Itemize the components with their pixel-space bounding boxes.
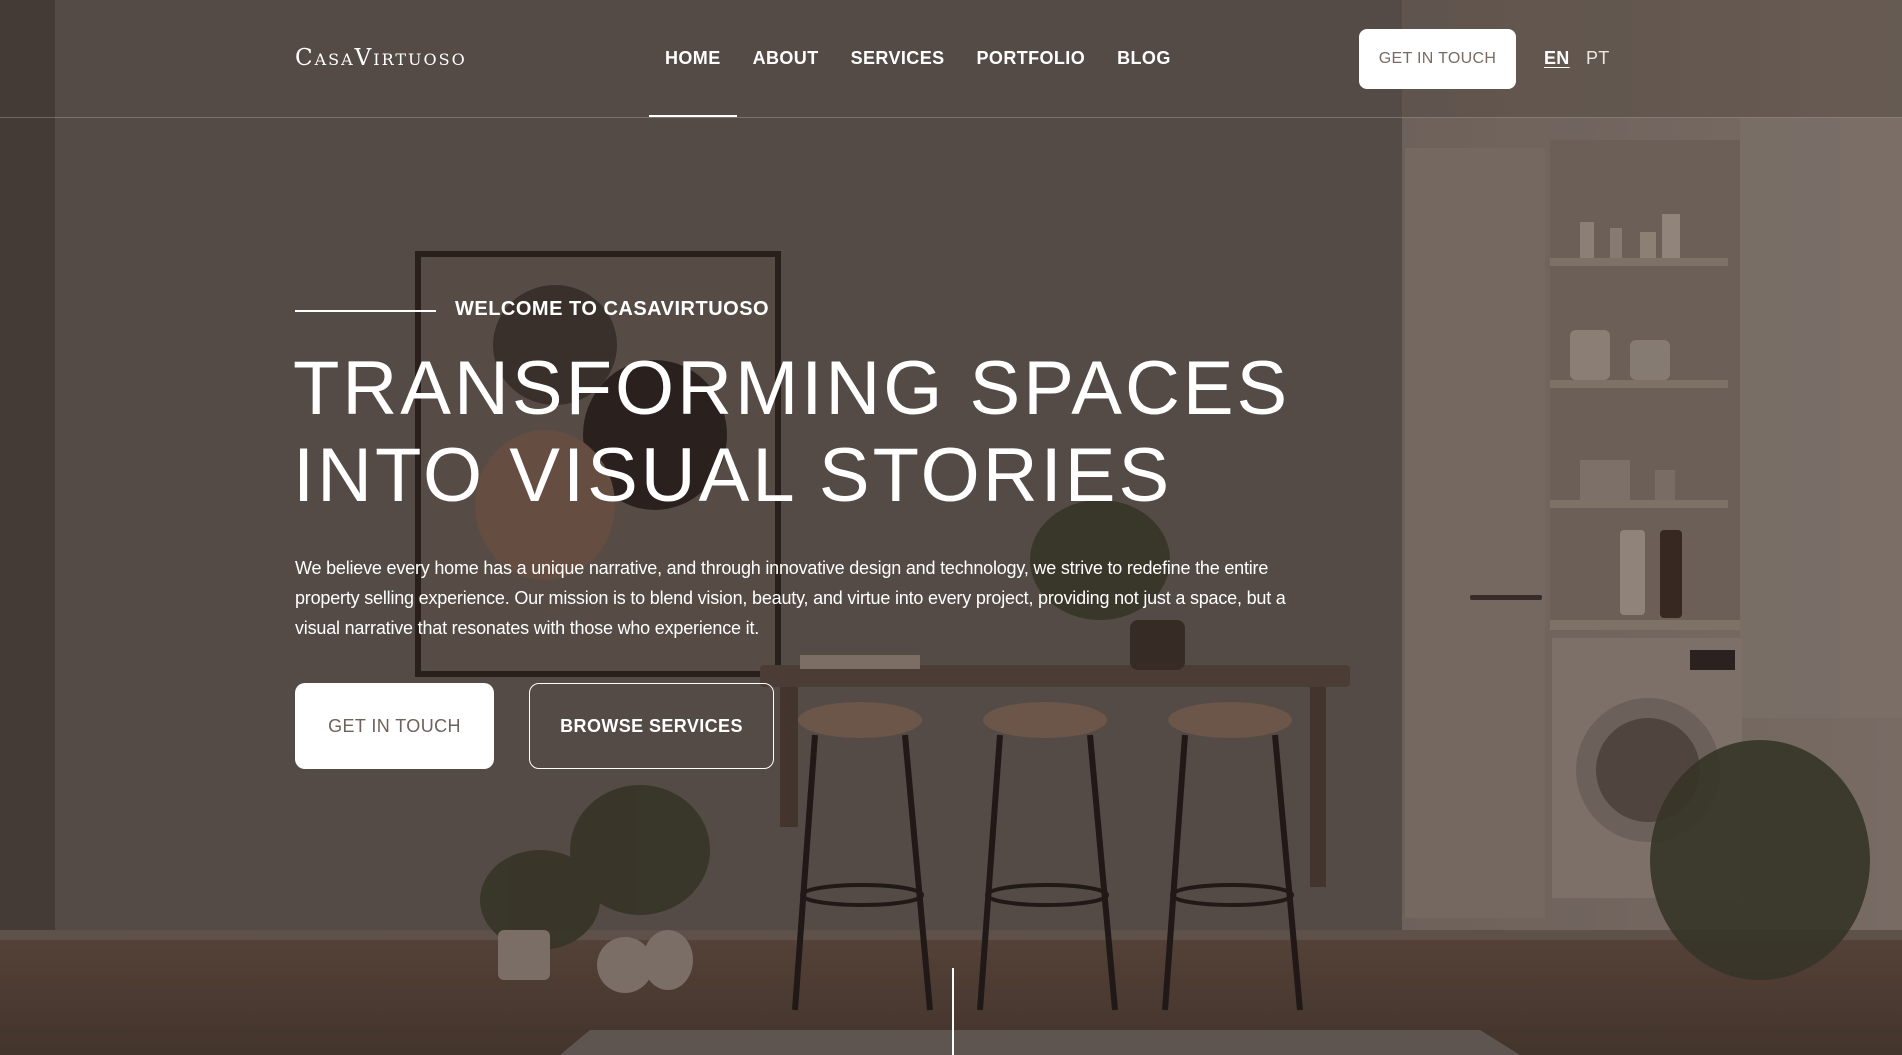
browse-services-button[interactable]: BROWSE SERVICES	[529, 683, 774, 769]
hero-section: CasaVirtuoso HOME ABOUT SERVICES PORTFOL…	[0, 0, 1902, 1055]
hero-headline: TRANSFORMING SPACES INTO VISUAL STORIES	[293, 345, 1393, 519]
nav-item-home[interactable]: HOME	[649, 0, 737, 117]
header-get-in-touch-button[interactable]: GET IN TOUCH	[1359, 29, 1516, 89]
language-pt-link[interactable]: PT	[1586, 48, 1610, 69]
language-en-link[interactable]: EN	[1544, 48, 1570, 69]
nav-item-portfolio[interactable]: PORTFOLIO	[961, 0, 1102, 117]
scroll-indicator[interactable]	[952, 968, 954, 1055]
nav-item-blog[interactable]: BLOG	[1101, 0, 1187, 117]
hero-description: We believe every home has a unique narra…	[295, 558, 1286, 638]
hero-headline-line-1: TRANSFORMING SPACES	[293, 346, 1291, 431]
nav-item-about[interactable]: ABOUT	[737, 0, 835, 117]
eyebrow-divider	[295, 310, 436, 312]
site-header: CasaVirtuoso HOME ABOUT SERVICES PORTFOL…	[0, 0, 1902, 118]
hero-get-in-touch-button[interactable]: GET IN TOUCH	[295, 683, 494, 769]
main-nav: HOME ABOUT SERVICES PORTFOLIO BLOG	[649, 0, 1187, 117]
hero-eyebrow: WELCOME TO CASAVIRTUOSO	[455, 298, 770, 320]
hero-headline-line-2: INTO VISUAL STORIES	[293, 433, 1173, 518]
site-logo[interactable]: CasaVirtuoso	[295, 45, 467, 71]
hero-overlay	[0, 0, 1902, 1055]
nav-item-services[interactable]: SERVICES	[835, 0, 961, 117]
